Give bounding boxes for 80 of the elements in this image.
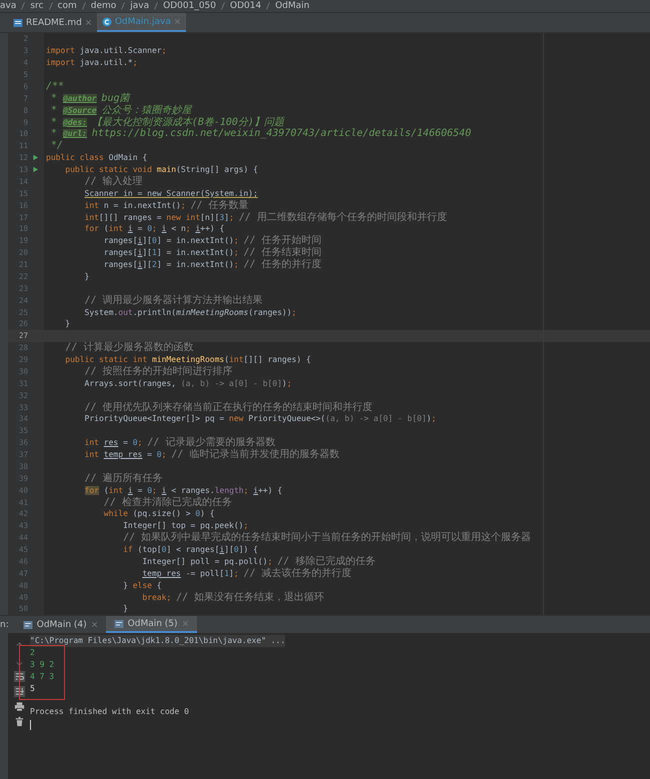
print-icon[interactable] [14, 701, 24, 712]
code-line: // 检查并清除已完成的任务 [102, 496, 232, 508]
code-line: // 如果队列中最早完成的任务结束时间小于当前任务的开始时间，说明可以重用这个服务器 [122, 532, 532, 544]
code-line: * @des: 【最大化控制资源成本(B卷-100分)】问题 [50, 116, 284, 128]
code-line: // 遍历所有任务 [84, 472, 163, 484]
code-line: for (int i = 0; i < ranges.length; i++) { [84, 484, 282, 496]
separator-icon [21, 2, 26, 10]
code-line: int res = 0; // 记录最少需要的服务器数 [84, 437, 276, 448]
code-line: ranges[i][0] = in.nextInt(); // 任务开始时间 [102, 235, 322, 246]
separator-icon [48, 2, 52, 10]
code-line: Integer[] top = pq.peek(); [122, 520, 248, 532]
code-line: } [64, 318, 70, 330]
separator-icon [154, 2, 158, 10]
code-line: for (int i = 0; i < n; i++) { [84, 223, 224, 234]
breadcrumb-item[interactable]: java [130, 0, 150, 12]
console-line: 3 9 2 [30, 659, 54, 671]
markdown-file-icon [13, 18, 23, 28]
code-line: while (pq.size() > 0) { [102, 508, 215, 520]
code-line: ranges[i][2] = in.nextInt(); // 任务的并行度 [102, 259, 322, 270]
code-line: int[][] ranges = new int[n][3]; // 用二维数组存储每个任务的时间段和并行度 [84, 212, 447, 223]
code-line: public static int minMeetingRooms(int[][] ranges) { [64, 354, 311, 366]
code-line: if (top[0] < ranges[i][0]) { [122, 544, 258, 556]
code-line: System.out.println(minMeetingRooms(ranges)); [84, 306, 296, 318]
code-line: temp_res -= poll[1]; // 减去该任务的并行度 [141, 568, 352, 579]
text-cursor [30, 720, 31, 730]
separator-icon [121, 2, 126, 10]
code-line: } else { [122, 580, 162, 591]
code-line: Scanner in = new Scanner(System.in); [84, 188, 258, 199]
run-icon[interactable] [32, 154, 38, 162]
run-label: n: [0, 618, 10, 632]
run-icon[interactable] [32, 166, 38, 174]
close-icon[interactable] [84, 19, 92, 26]
separator-icon [266, 2, 270, 10]
code-line: int n = in.nextInt(); // 任务数量 [84, 200, 249, 211]
code-line: import java.util.*; [46, 57, 138, 68]
code-line: /** [46, 80, 64, 92]
code-line: } [84, 270, 90, 282]
code-line: * @author bug菌 [50, 92, 130, 104]
scroll-to-end-icon[interactable] [14, 686, 24, 697]
code-line: Integer[] poll = pq.poll(); // 移除已完成的任务 [141, 556, 376, 567]
breadcrumb-item[interactable]: OdMain [275, 0, 310, 12]
separator-icon [221, 2, 225, 10]
soft-wrap-icon[interactable] [14, 671, 24, 682]
console-line: 4 7 3 [30, 671, 54, 683]
class-file-icon [102, 16, 112, 26]
code-line: * @Source 公众号：猿圈奇妙屋 [50, 104, 192, 116]
breadcrumb-item[interactable]: OD014 [230, 0, 262, 12]
console-icon [22, 620, 33, 630]
code-line: Arrays.sort(ranges, (a, b) -> a[0] - b[0]); [84, 378, 292, 389]
code-line: // 使用优先队列来存储当前正在执行的任务的结束时间和并行度 [84, 402, 373, 413]
code-line: ranges[i][1] = in.nextInt(); // 任务结束时间 [102, 247, 322, 258]
breadcrumb-item[interactable]: OD001_050 [163, 0, 216, 12]
close-icon[interactable] [90, 621, 98, 628]
code-line: int temp_res = 0; // 临时记录当前并发使用的服务器数 [84, 449, 340, 460]
editor-tab[interactable]: README.md [8, 13, 97, 32]
code-line: // 按照任务的开始时间进行排序 [84, 366, 233, 377]
code-line: // 计算最少服务器数的函数 [64, 342, 194, 354]
code-line: public static void main(String[] args) { [64, 164, 258, 176]
breadcrumb-item[interactable]: src [30, 0, 44, 12]
highlight-box [19, 645, 65, 700]
breadcrumb-item[interactable]: com [58, 0, 77, 12]
code-line: PriorityQueue<Integer[]> pq = new PriorityQueue<>((a, b) -> a[0] - b[0]); [84, 413, 436, 424]
run-tab[interactable]: OdMain (4) [14, 616, 106, 633]
code-line: // 输入处理 [84, 176, 143, 187]
trash-icon[interactable] [14, 716, 24, 727]
breadcrumb-item[interactable]: ava [0, 0, 16, 12]
code-line: // 调用最少服务器计算方法并输出结果 [84, 294, 263, 306]
separator-icon [82, 2, 86, 10]
console-line: 5 [30, 683, 35, 695]
code-line: import java.util.Scanner; [46, 45, 166, 56]
code-line: */ [50, 140, 63, 152]
console-line: 2 [30, 647, 35, 659]
run-tab[interactable]: OdMain (5) [106, 616, 197, 633]
code-line: break; // 如果没有任务结束，退出循环 [141, 592, 324, 603]
breadcrumb-item[interactable]: demo [90, 0, 116, 12]
console-icon [114, 618, 124, 628]
code-line: public class OdMain { [46, 152, 148, 164]
code-line: } [122, 603, 128, 614]
console-line: Process finished with exit code 0 [30, 706, 189, 718]
code-line: * @url: https://blog.csdn.net/weixin_43970743/article/details/146606540 [50, 128, 472, 140]
